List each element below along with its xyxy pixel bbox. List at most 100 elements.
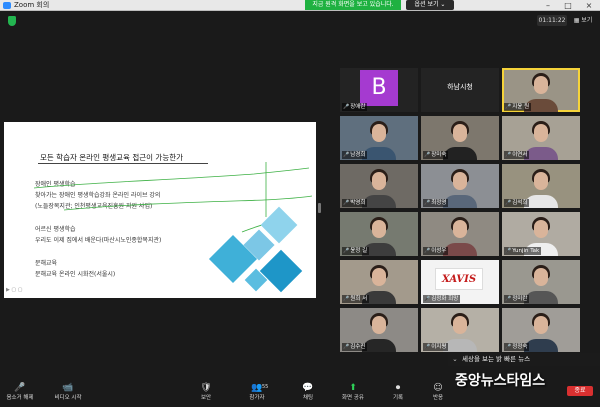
security-label: 보안 [200,395,212,401]
participant-video-face [534,220,548,238]
split-drag-handle[interactable] [318,203,321,213]
record-icon: ⏺ [395,383,401,393]
mic-muted-icon: 🎤 [505,104,512,110]
participant-tile[interactable]: 🎤박영희 [340,164,418,208]
unmute-button[interactable]: 🎤 음소거 해제 [0,382,40,406]
participant-video-face [534,76,548,94]
mic-muted-icon: 🎤 [343,344,350,350]
participant-name-text: 지윤 원 [512,104,530,110]
share-screen-button[interactable]: ⬆ 화면 공유 [333,382,373,406]
participant-avatar: B [360,70,398,106]
news-text: 세상을 보는 밝 빠른 뉴스 [462,355,531,363]
participant-tile[interactable]: 🎤이연서 [502,116,580,160]
participant-name-text: 이연서 [512,152,528,158]
participant-name: 🎤정정숙 [504,343,530,351]
participant-name-text: 남경희 [350,152,366,158]
participant-tile[interactable]: 🎤이지평 [421,308,499,352]
record-button[interactable]: ⏺ 기록 [378,382,418,406]
participant-tile[interactable]: 🎤최정영 [421,164,499,208]
participants-button[interactable]: 👥 55 참가자 [237,382,277,406]
participant-tile[interactable]: B 🎤장애란 [340,68,418,112]
participant-name-text: 최정영 [431,200,447,206]
participant-name: 🎤Yunjin Tak [504,247,542,255]
security-shield-icon[interactable] [8,16,16,26]
participant-video-face [372,172,386,190]
mic-muted-icon: 🎤 [424,344,431,350]
end-meeting-button[interactable]: 종료 [567,386,593,396]
participant-tile[interactable]: 🎤남경희 [340,116,418,160]
mic-muted-icon: 🎤 [505,200,512,206]
participant-video-face [534,268,548,286]
share-screen-label: 화면 공유 [342,395,364,401]
participant-tile[interactable]: 🎤원희 서 [340,260,418,304]
share-screen-icon: ⬆ [349,383,357,393]
window-title: Zoom 회의 [14,1,50,9]
participant-name: 🎤이지평 [423,343,449,351]
chat-icon: 💬 [302,383,314,393]
participant-tile[interactable]: 🎤정정숙 [502,308,580,352]
participant-video-face [372,124,386,142]
participant-tile[interactable]: 🎤이성우 [421,212,499,256]
mic-muted-icon: 🎤 [343,200,350,206]
participant-tile[interactable]: 🎤윤정 길 [340,212,418,256]
participant-name-text: 이성우 [431,248,447,254]
title-bar: Zoom 회의 – □ × [0,0,600,11]
participants-icon: 👥 [251,383,263,393]
mic-muted-icon: 🎤 [343,104,350,110]
participant-name-text: 장미숙 [431,152,447,158]
participant-video-face [372,268,386,286]
participant-video-face [453,220,467,238]
participant-name-text: 김정화 희망 [431,296,459,302]
participant-tile[interactable]: 🎤Yunjin Tak [502,212,580,256]
maximize-button[interactable]: □ [558,0,578,11]
participant-tile[interactable]: 하남시청 [421,68,499,112]
participant-name-text: 박영희 [350,200,366,206]
participant-name: 🎤최정영 [423,199,449,207]
diamond-graphic [208,206,303,293]
minimize-button[interactable]: – [538,0,558,11]
chat-button[interactable]: 💬 채팅 [288,382,328,406]
video-off-icon: 📹 [62,383,74,393]
participant-name: 🎤김석희 [504,199,530,207]
watermark-text: 중앙뉴스타임스 [455,373,546,389]
participant-video-face [453,172,467,190]
participant-label-center: 하남시청 [447,83,473,91]
zoom-window: Zoom 회의 – □ × 지금 원격 화면을 보고 있습니다. 옵션 보기 ⌄… [0,0,600,407]
participant-tile[interactable]: 🎤장미숙 [421,116,499,160]
participant-name-text: Yunjin Tak [512,248,540,254]
gallery-view-button[interactable]: ▦ 보기 [571,15,595,26]
participant-video-face [534,316,548,334]
mic-muted-icon: 🎤 [343,248,350,254]
start-video-button[interactable]: 📹 비디오 시작 [48,382,88,406]
participant-name: 🎤박영희 [342,199,368,207]
shield-icon: 🛡 [200,383,212,393]
participant-tile[interactable]: 🎤지윤 원 [502,68,580,112]
screen-share-banner: 지금 원격 화면을 보고 있습니다. [305,0,401,10]
mic-muted-icon: 🎤 [505,296,512,302]
participant-tile[interactable]: 🎤김수진 [340,308,418,352]
participant-name-text: 김석희 [512,200,528,206]
mic-muted-icon: 🎤 [505,248,512,254]
participant-tile[interactable]: 🎤정미란 [502,260,580,304]
security-button[interactable]: 🛡 보안 [186,382,226,406]
participant-name-text: 이지평 [431,344,447,350]
participant-tile[interactable]: XAVIS 🎤김정화 희망 [421,260,499,304]
participant-tile[interactable]: 🎤김석희 [502,164,580,208]
participant-video-face [453,316,467,334]
chevron-down-icon[interactable]: ⌄ [448,353,462,366]
participant-count: 55 [262,384,269,390]
news-watermark: 중앙뉴스타임스 종료 [455,370,595,400]
participant-name-text: 원희 서 [350,296,368,302]
participants-label: 참가자 [249,395,265,401]
participant-name: 🎤장애란 [342,103,368,111]
participant-name-text: 장애란 [350,104,366,110]
participant-video-face [372,316,386,334]
mic-muted-icon: 🎤 [343,152,350,158]
close-button[interactable]: × [579,0,599,11]
view-options-button[interactable]: 옵션 보기 ⌄ [406,0,454,10]
reactions-button[interactable]: ☺ 반응 [418,382,458,406]
participant-name-text: 김수진 [350,344,366,350]
participant-logo: XAVIS [435,268,483,290]
participant-name: 🎤김수진 [342,343,368,351]
mic-muted-icon: 🎤 [343,296,350,302]
